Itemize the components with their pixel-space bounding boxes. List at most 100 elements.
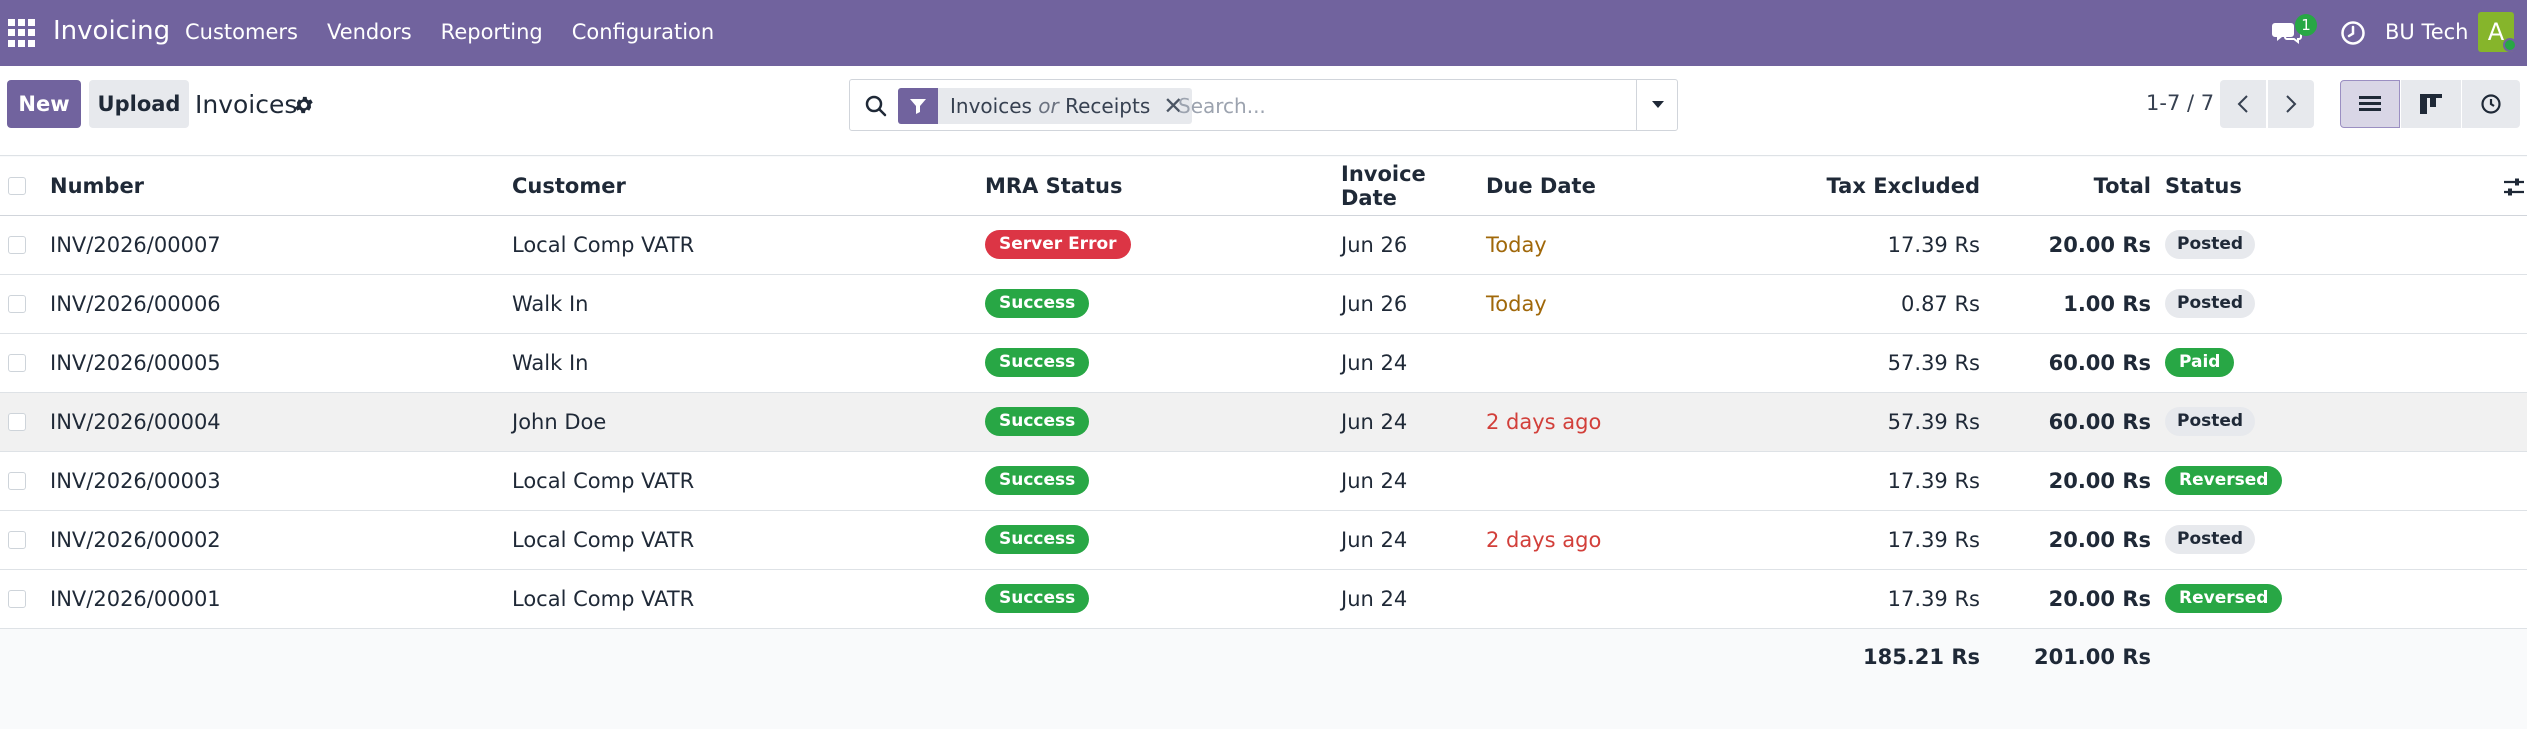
search-options-toggle[interactable] (1636, 80, 1678, 130)
invoice-number[interactable]: INV/2026/00007 (50, 215, 512, 275)
invoice-number[interactable]: INV/2026/00006 (50, 274, 512, 334)
new-button[interactable]: New (7, 80, 81, 128)
table-row[interactable]: INV/2026/00001 Local Comp VATR Success Jun … (0, 569, 2527, 629)
search-icon[interactable] (864, 94, 888, 118)
row-checkbox[interactable] (8, 530, 26, 549)
pager-previous-button[interactable] (2220, 80, 2266, 128)
optional-columns-icon[interactable] (2503, 176, 2525, 198)
kanban-view-button[interactable] (2401, 80, 2461, 128)
tax-excluded-amount[interactable]: 0.87 Rs (1776, 274, 1980, 334)
invoice-date[interactable]: Jun 24 (1341, 333, 1486, 393)
customer-name[interactable]: Walk In (512, 333, 985, 393)
list-icon (2359, 96, 2381, 111)
col-number[interactable]: Number (50, 157, 512, 216)
due-date[interactable] (1486, 569, 1776, 629)
tax-excluded-amount[interactable]: 17.39 Rs (1776, 451, 1980, 511)
table-row[interactable]: INV/2026/00005 Walk In Success Jun 24 57.39 … (0, 333, 2527, 393)
status-badge: Posted (2165, 230, 2256, 259)
mra-status-badge: Success (985, 289, 1090, 318)
activity-view-button[interactable] (2462, 80, 2520, 128)
customer-name[interactable]: Local Comp VATR (512, 451, 985, 511)
status-badge: Posted (2165, 525, 2256, 554)
status-badge: Posted (2165, 289, 2256, 318)
search-input[interactable] (1178, 90, 1618, 122)
gear-icon[interactable] (293, 94, 315, 116)
due-date[interactable]: 2 days ago (1486, 392, 1776, 452)
table-row[interactable]: INV/2026/00006 Walk In Success Jun 26 Today 0… (0, 274, 2527, 334)
total-amount[interactable]: 60.00 Rs (1980, 392, 2151, 452)
total-amount[interactable]: 1.00 Rs (1980, 274, 2151, 334)
tax-excluded-amount[interactable]: 17.39 Rs (1776, 569, 1980, 629)
invoice-date[interactable]: Jun 24 (1341, 392, 1486, 452)
status-badge: Reversed (2165, 466, 2283, 495)
upload-button[interactable]: Upload (89, 80, 189, 128)
table-row[interactable]: INV/2026/00002 Local Comp VATR Success Jun … (0, 510, 2527, 570)
invoice-number[interactable]: INV/2026/00004 (50, 392, 512, 452)
col-invoice-date[interactable]: Invoice Date (1341, 157, 1486, 216)
col-total[interactable]: Total (1980, 157, 2151, 216)
customer-name[interactable]: Local Comp VATR (512, 569, 985, 629)
menu-configuration[interactable]: Configuration (572, 20, 714, 44)
customer-name[interactable]: Local Comp VATR (512, 215, 985, 275)
app-brand[interactable]: Invoicing (53, 16, 170, 46)
invoice-number[interactable]: INV/2026/00005 (50, 333, 512, 393)
customer-name[interactable]: Local Comp VATR (512, 510, 985, 570)
menu-reporting[interactable]: Reporting (441, 20, 543, 44)
due-date[interactable] (1486, 333, 1776, 393)
row-checkbox[interactable] (8, 353, 26, 372)
status-cell: Posted (2151, 392, 2527, 452)
mra-status-badge: Success (985, 525, 1090, 554)
menu-vendors[interactable]: Vendors (327, 20, 412, 44)
invoice-date[interactable]: Jun 24 (1341, 451, 1486, 511)
customer-name[interactable]: John Doe (512, 392, 985, 452)
activity-clock-icon[interactable] (2340, 20, 2366, 46)
tax-excluded-amount[interactable]: 57.39 Rs (1776, 392, 1980, 452)
row-checkbox[interactable] (8, 471, 26, 490)
due-date[interactable]: 2 days ago (1486, 510, 1776, 570)
row-checkbox[interactable] (8, 235, 26, 254)
invoice-table: Number Customer MRA Status Invoice Date … (0, 157, 2527, 686)
col-customer[interactable]: Customer (512, 157, 985, 216)
list-view-button[interactable] (2340, 80, 2400, 128)
tax-excluded-amount[interactable]: 17.39 Rs (1776, 510, 1980, 570)
mra-status-badge: Success (985, 348, 1090, 377)
col-mra-status[interactable]: MRA Status (985, 157, 1341, 216)
company-switcher[interactable]: BU Tech (2385, 20, 2469, 44)
invoice-number[interactable]: INV/2026/00002 (50, 510, 512, 570)
mra-status-cell: Success (985, 274, 1341, 334)
status-cell: Posted (2151, 274, 2527, 334)
table-row[interactable]: INV/2026/00004 John Doe Success Jun 24 2 day… (0, 392, 2527, 452)
invoice-date[interactable]: Jun 26 (1341, 215, 1486, 275)
row-checkbox[interactable] (8, 412, 26, 431)
due-date[interactable]: Today (1486, 274, 1776, 334)
customer-name[interactable]: Walk In (512, 274, 985, 334)
invoice-number[interactable]: INV/2026/00001 (50, 569, 512, 629)
total-amount[interactable]: 60.00 Rs (1980, 333, 2151, 393)
due-date[interactable]: Today (1486, 215, 1776, 275)
tax-excluded-amount[interactable]: 17.39 Rs (1776, 215, 1980, 275)
page-title: Invoices (195, 90, 298, 119)
invoice-date[interactable]: Jun 24 (1341, 510, 1486, 570)
col-due-date[interactable]: Due Date (1486, 157, 1776, 216)
row-checkbox[interactable] (8, 294, 26, 313)
row-checkbox[interactable] (8, 589, 26, 608)
menu-customers[interactable]: Customers (185, 20, 298, 44)
col-status[interactable]: Status (2151, 157, 2527, 216)
col-tax-excluded[interactable]: Tax Excluded (1776, 157, 1980, 216)
total-amount[interactable]: 20.00 Rs (1980, 451, 2151, 511)
total-amount[interactable]: 20.00 Rs (1980, 510, 2151, 570)
table-row[interactable]: INV/2026/00003 Local Comp VATR Success Jun … (0, 451, 2527, 511)
tax-excluded-amount[interactable]: 57.39 Rs (1776, 333, 1980, 393)
pager-value[interactable]: 1-7 / 7 (2146, 91, 2214, 115)
table-row[interactable]: INV/2026/00007 Local Comp VATR Server Erro… (0, 215, 2527, 275)
total-amount[interactable]: 20.00 Rs (1980, 215, 2151, 275)
invoice-date[interactable]: Jun 26 (1341, 274, 1486, 334)
status-cell: Paid (2151, 333, 2527, 393)
invoice-number[interactable]: INV/2026/00003 (50, 451, 512, 511)
total-amount[interactable]: 20.00 Rs (1980, 569, 2151, 629)
select-all-checkbox[interactable] (8, 176, 26, 195)
pager-next-button[interactable] (2268, 80, 2314, 128)
invoice-date[interactable]: Jun 24 (1341, 569, 1486, 629)
due-date[interactable] (1486, 451, 1776, 511)
apps-grid-icon[interactable] (8, 19, 36, 47)
